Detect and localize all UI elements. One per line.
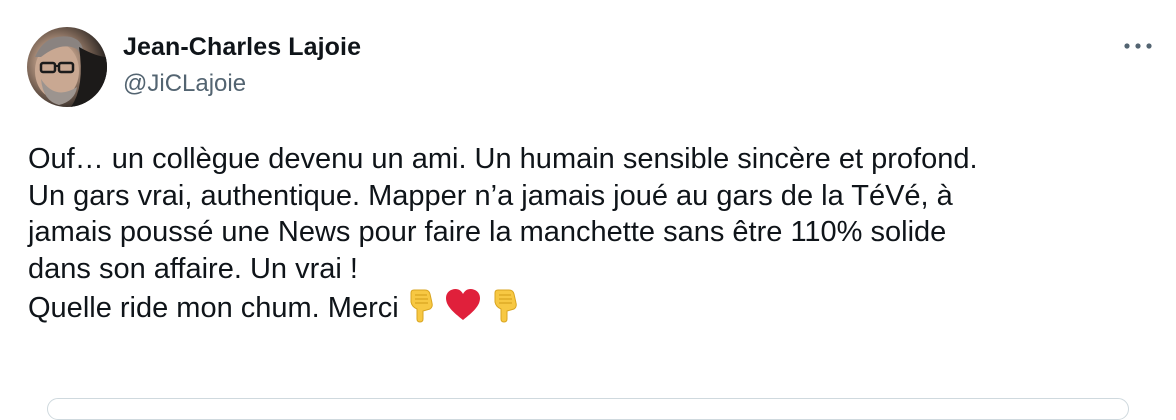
author-block: Jean-Charles Lajoie @JiCLajoie <box>123 30 361 101</box>
author-display-name[interactable]: Jean-Charles Lajoie <box>123 30 361 64</box>
tweet-text: Ouf… un collègue devenu un ami. Un humai… <box>28 141 1168 333</box>
red-heart-icon <box>443 287 483 333</box>
avatar[interactable] <box>27 27 107 107</box>
more-options-button[interactable] <box>1120 36 1156 56</box>
pointing-down-hand-icon <box>487 287 523 333</box>
tweet-text-line: dans son affaire. Un vrai ! <box>28 252 358 285</box>
tweet-text-line: Ouf… un collègue devenu un ami. Un humai… <box>28 143 978 175</box>
tweet-text-line: Quelle ride mon chum. Merci <box>28 292 399 324</box>
tweet-text-line: jamais poussé une News pour faire la man… <box>28 216 947 248</box>
embedded-card-edge[interactable] <box>47 398 1129 420</box>
more-horizontal-icon <box>1124 43 1152 49</box>
tweet-text-line: Un gars vrai, authentique. Mapper n’a ja… <box>28 179 953 212</box>
pointing-down-hand-icon <box>403 287 439 333</box>
tweet-text-last-line: Quelle ride mon chum. Merci <box>28 287 1168 333</box>
tweet[interactable]: Jean-Charles Lajoie @JiCLajoie Ouf… un c… <box>0 0 1176 420</box>
author-handle[interactable]: @JiCLajoie <box>123 67 361 101</box>
